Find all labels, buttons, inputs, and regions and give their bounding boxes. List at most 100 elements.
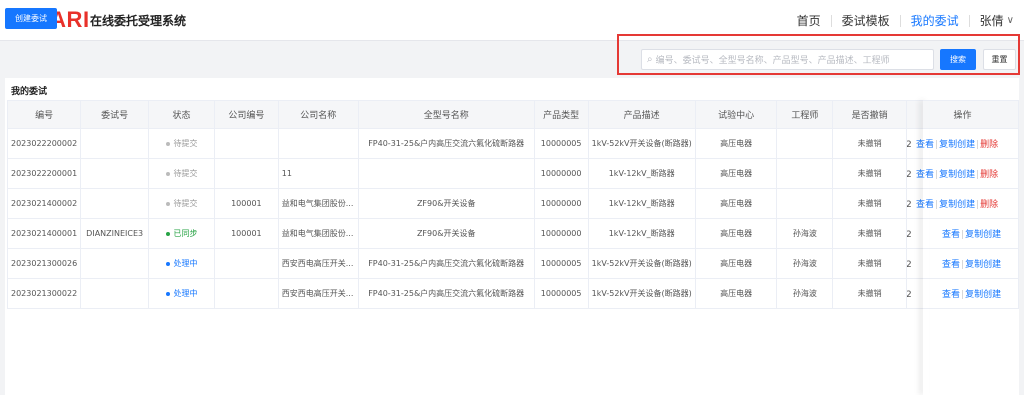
status-dot-icon [165,231,170,236]
copy-create-link[interactable]: 复制创建 [965,260,1001,270]
cell-desc: 1kV-12kV_断路器 [587,158,696,189]
status-badge: 待提交 [165,199,198,208]
cell-status: 已同步 [148,218,215,249]
cell-model: FP40-31-25&户内高压交流六氟化硫断路器 [357,128,535,159]
copy-create-link[interactable]: 复制创建 [965,230,1001,240]
tests-table: 编号 委试号 状态 公司编号 公司名称 全型号名称 产品类型 产品描述 试验中心… [6,100,1019,309]
delete-link[interactable]: 删除 [980,170,998,180]
status-text: 已同步 [173,229,198,238]
cell-product-type: 10000000 [533,158,589,189]
cell-id: 2023022200001 [6,158,82,189]
cell-desc: 1kV-12kV_断路器 [587,188,696,219]
cell-revoked: 未撤销 [832,188,908,219]
delete-link[interactable]: 删除 [980,200,998,210]
column-header[interactable]: 产品类型 [533,100,589,129]
cell-model: FP40-31-25&户内高压交流六氟化硫断路器 [357,248,535,279]
actions-group: 查看|复制创建 [942,227,1001,240]
copy-create-link[interactable]: 复制创建 [939,200,975,210]
cell-wsh [80,248,150,279]
status-badge: 待提交 [165,139,198,148]
create-test-button[interactable]: 创建委试 [5,8,57,29]
table-row[interactable]: 2023021400002 待提交 100001 益和电气集团股份... ZF90&开关… [6,188,1019,219]
cell-model [357,158,535,189]
nav-home[interactable]: 首页 [787,12,831,30]
action-divider: | [976,170,980,180]
nav-my-tests[interactable]: 我的委试 [901,12,969,30]
view-link[interactable]: 查看 [942,290,960,300]
search-icon: ⌕ [647,54,653,65]
cell-company-name: 益和电气集团股份... [277,188,359,219]
user-menu[interactable]: 张倩 ∨ [970,12,1024,30]
cell-company-name: 西安西电高压开关... [277,278,359,309]
action-divider: | [961,260,965,270]
status-text: 待提交 [173,199,198,208]
column-header[interactable]: 状态 [148,100,215,129]
action-divider: | [935,170,939,180]
cell-desc: 1kV-52kV开关设备(断路器) [587,278,696,309]
status-text: 待提交 [173,169,198,178]
cell-company-name [277,128,359,159]
cell-company-no [213,128,279,159]
action-divider: | [935,140,939,150]
table-header-row: 编号 委试号 状态 公司编号 公司名称 全型号名称 产品类型 产品描述 试验中心… [6,100,1019,129]
cell-desc: 1kV-12kV_断路器 [587,218,696,249]
column-header[interactable]: 产品描述 [587,100,696,129]
cell-engineer [776,128,834,159]
nav-templates[interactable]: 委试模板 [832,12,900,30]
actions-prefix: 2 [906,200,912,210]
column-header[interactable]: 编号 [6,100,82,129]
search-button[interactable]: 搜索 [940,49,976,70]
table-row[interactable]: 2023022200001 待提交 11 10000000 1kV-12kV_断路器 高压… [6,158,1019,189]
actions-prefix: 2 [906,230,912,240]
view-link[interactable]: 查看 [942,230,960,240]
cell-product-type: 10000005 [533,278,589,309]
status-dot-icon [165,171,170,176]
cell-id: 2023021300022 [6,278,82,309]
actions-group: 查看|复制创建 [942,257,1001,270]
copy-create-link[interactable]: 复制创建 [939,170,975,180]
action-divider: | [961,290,965,300]
reset-button[interactable]: 重置 [983,49,1016,70]
column-header[interactable]: 委试号 [80,100,150,129]
cell-product-type: 10000000 [533,218,589,249]
cell-desc: 1kV-52kV开关设备(断路器) [587,248,696,279]
cell-revoked: 未撤销 [832,278,908,309]
view-link[interactable]: 查看 [942,260,960,270]
copy-create-link[interactable]: 复制创建 [939,140,975,150]
table-row[interactable]: 2023022200002 待提交 FP40-31-25&户内高压交流六氟化硫断路器… [6,128,1019,159]
status-text: 待提交 [173,139,198,148]
cell-model: ZF90&开关设备 [357,188,535,219]
table-row[interactable]: 2023021400001 DIANZINEICE3 已同步 100001 益和电气集团… [6,218,1019,249]
actions-prefix: 2 [906,170,912,180]
table-row[interactable]: 2023021300026 处理中 西安西电高压开关... FP40-31-25&户内… [6,248,1019,279]
actions-prefix: 2 [906,260,912,270]
action-divider: | [976,200,980,210]
fixed-column-shadow [923,100,929,395]
copy-create-link[interactable]: 复制创建 [965,290,1001,300]
main-nav: 首页 委试模板 我的委试 张倩 ∨ [787,12,1024,30]
cell-center: 高压电器 [694,188,778,219]
cell-center: 高压电器 [694,278,778,309]
actions-prefix: 2 [906,290,912,300]
delete-link[interactable]: 删除 [980,140,998,150]
status-dot-icon [165,201,170,206]
cell-product-type: 10000005 [533,128,589,159]
cell-model: FP40-31-25&户内高压交流六氟化硫断路器 [357,278,535,309]
cell-status: 待提交 [148,128,215,159]
cell-wsh [80,188,150,219]
column-header[interactable]: 全型号名称 [357,100,535,129]
cell-company-no: 100001 [213,218,279,249]
cell-center: 高压电器 [694,248,778,279]
column-header[interactable]: 试验中心 [694,100,778,129]
table-row[interactable]: 2023021300022 处理中 西安西电高压开关... FP40-31-25&户内… [6,278,1019,309]
cell-center: 高压电器 [694,128,778,159]
column-header[interactable]: 公司名称 [277,100,359,129]
status-dot-icon [165,141,170,146]
search-input[interactable]: ⌕ 编号、委试号、全型号名称、产品型号、产品描述、工程师 [641,49,934,70]
cell-id: 2023021300026 [6,248,82,279]
column-header[interactable]: 是否撤销 [832,100,908,129]
action-divider: | [961,230,965,240]
column-header[interactable]: 工程师 [776,100,834,129]
column-header[interactable]: 公司编号 [213,100,279,129]
cell-company-no [213,248,279,279]
